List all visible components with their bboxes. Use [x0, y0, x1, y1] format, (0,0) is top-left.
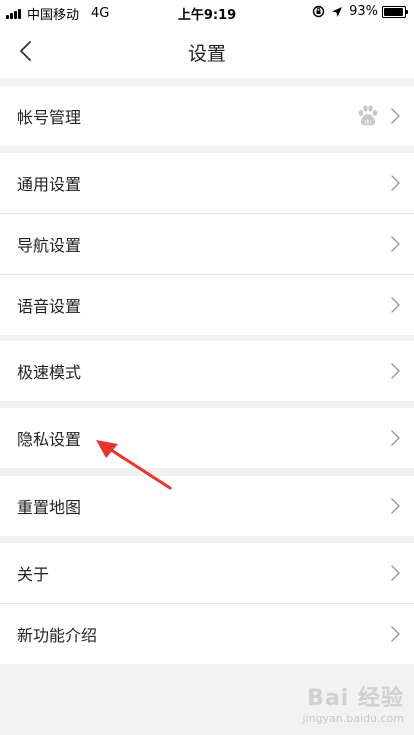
- settings-item-account-management[interactable]: 帐号管理 du: [0, 86, 414, 146]
- settings-item-label: 语音设置: [17, 297, 82, 316]
- status-bar: 中国移动 4G 上午9:19 93%: [0, 0, 414, 24]
- orientation-lock-icon: [312, 5, 325, 18]
- watermark-url: jingyan.baidu.com: [302, 712, 404, 725]
- settings-item-label: 新功能介绍: [17, 626, 98, 645]
- settings-item-label: 隐私设置: [17, 430, 82, 449]
- location-arrow-icon: [331, 6, 343, 18]
- svg-text:du: du: [365, 120, 372, 126]
- chevron-right-icon: [391, 498, 400, 514]
- chevron-right-icon: [391, 430, 400, 446]
- chevron-right-icon: [391, 236, 400, 252]
- settings-screen: 中国移动 4G 上午9:19 93% 设置 帐号管理 du 通用设置 导航设置 …: [0, 0, 414, 735]
- settings-item-voice-settings[interactable]: 语音设置: [0, 274, 414, 335]
- baidu-jingyan-watermark: Bai 经验 jingyan.baidu.com: [302, 680, 404, 725]
- settings-group-privacy: 隐私设置: [0, 408, 414, 468]
- navigation-bar: 设置: [0, 24, 414, 78]
- chevron-right-icon: [391, 363, 400, 379]
- chevron-right-icon: [391, 108, 400, 124]
- settings-item-label: 重置地图: [17, 498, 82, 517]
- status-bar-right: 93%: [312, 4, 408, 19]
- settings-group-reset-map: 重置地图: [0, 476, 414, 536]
- settings-item-privacy-settings[interactable]: 隐私设置: [0, 408, 414, 468]
- settings-group-account: 帐号管理 du: [0, 86, 414, 146]
- chevron-right-icon: [391, 565, 400, 581]
- settings-item-general-settings[interactable]: 通用设置: [0, 153, 414, 213]
- settings-group-speed-mode: 极速模式: [0, 341, 414, 401]
- settings-item-label: 帐号管理: [17, 108, 82, 127]
- settings-item-about[interactable]: 关于: [0, 543, 414, 603]
- settings-group-about: 关于 新功能介绍: [0, 543, 414, 664]
- battery-percentage: 93%: [349, 4, 378, 19]
- baidu-paw-icon: du: [358, 105, 378, 126]
- chevron-right-icon: [391, 626, 400, 642]
- settings-item-label: 关于: [17, 565, 50, 584]
- settings-item-speed-mode[interactable]: 极速模式: [0, 341, 414, 401]
- settings-item-new-features[interactable]: 新功能介绍: [0, 603, 414, 664]
- settings-item-label: 极速模式: [17, 363, 82, 382]
- watermark-brand: Bai 经验: [307, 686, 404, 711]
- chevron-right-icon: [391, 175, 400, 191]
- settings-item-reset-map[interactable]: 重置地图: [0, 476, 414, 536]
- settings-group-general: 通用设置 导航设置 语音设置: [0, 153, 414, 335]
- annotation-arrow-icon: [96, 440, 172, 490]
- chevron-right-icon: [391, 297, 400, 313]
- page-title: 设置: [187, 43, 226, 65]
- settings-item-navigation-settings[interactable]: 导航设置: [0, 213, 414, 274]
- settings-item-label: 通用设置: [17, 175, 82, 194]
- settings-item-label: 导航设置: [17, 236, 82, 255]
- battery-icon: [382, 5, 408, 18]
